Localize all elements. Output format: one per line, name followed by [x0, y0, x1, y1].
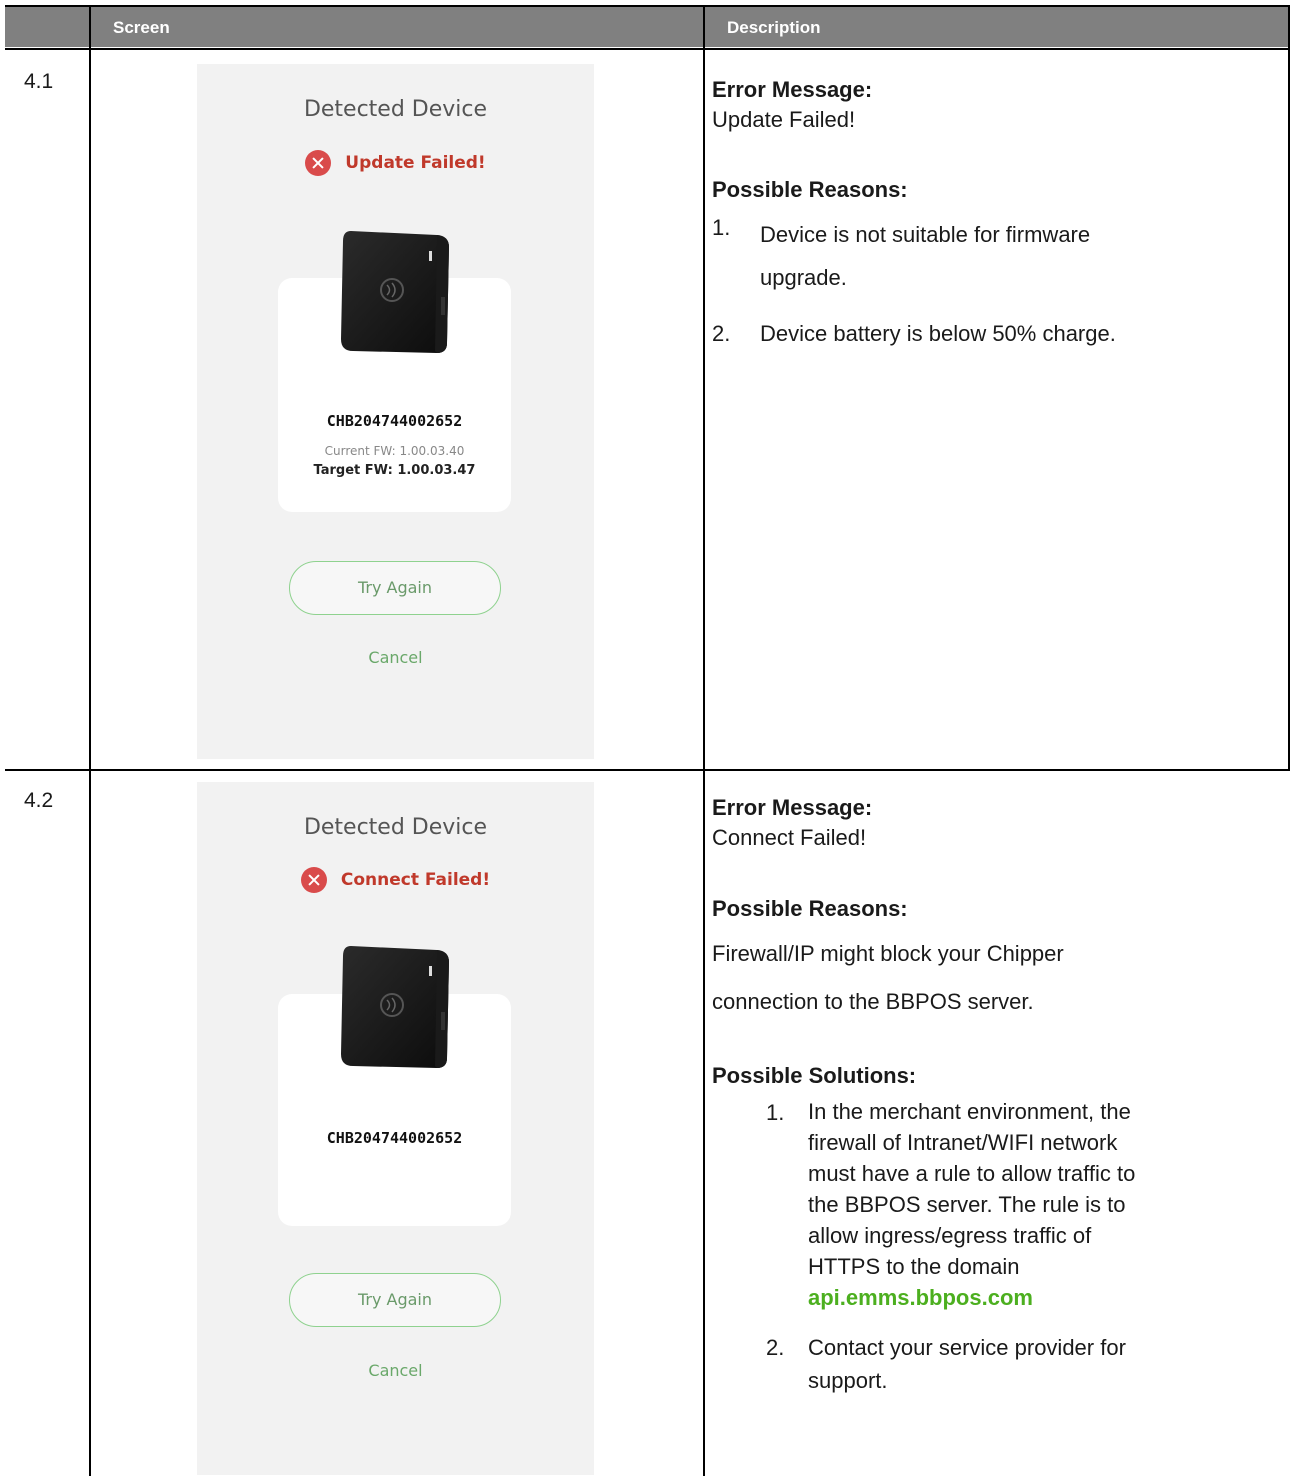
list-text: Device is not suitable for firmware upgr… [760, 211, 1270, 297]
error-heading: Error Message: [712, 795, 873, 820]
list-line: the BBPOS server. The rule is to [808, 1192, 1126, 1217]
screen-title: Detected Device [303, 815, 488, 840]
cancel-link[interactable]: Cancel [197, 648, 594, 667]
screen-connect-failed: Detected Device Connect Failed! CHB20474… [197, 782, 594, 1475]
solutions-heading: Possible Solutions: [712, 1063, 917, 1088]
device-serial: CHB204744002652 [326, 412, 463, 430]
list-line: allow ingress/egress traffic of [808, 1223, 1092, 1248]
header-description: Description [727, 18, 821, 37]
reason-line: connection to the BBPOS server. [712, 989, 1034, 1014]
list-number: 1. [766, 1100, 785, 1125]
row-number: 4.1 [24, 70, 54, 93]
card-reader-device-image [341, 231, 449, 353]
list-line: Contact your service provider for [808, 1335, 1126, 1360]
error-heading: Error Message: [712, 77, 873, 102]
row-divider [5, 769, 1290, 771]
error-icon [300, 867, 327, 893]
try-again-button[interactable]: Try Again [289, 561, 501, 615]
error-icon [305, 150, 332, 176]
error-text: Update Failed! [712, 107, 856, 132]
description-4-1: Error Message: Update Failed! Possible R… [712, 73, 1272, 753]
screen-update-failed: Detected Device Update Failed! CHB204744… [197, 64, 594, 759]
target-fw: Target FW: 1.00.03.47 [313, 463, 476, 478]
list-line: support. [808, 1368, 888, 1393]
reasons-heading: Possible Reasons: [712, 177, 908, 202]
list-line: upgrade. [760, 265, 847, 290]
status-row: Update Failed! [197, 150, 594, 176]
screen-title: Detected Device [303, 97, 488, 122]
reason-line: Firewall/IP might block your Chipper [712, 941, 1064, 966]
list-number: 2. [712, 321, 731, 346]
description-4-2: Error Message: Connect Failed! Possible … [712, 791, 1272, 1461]
table-header: Screen Description [5, 7, 1289, 47]
list-number: 2. [766, 1335, 785, 1360]
status-text: Connect Failed! [340, 870, 491, 890]
list-number: 1. [712, 215, 731, 240]
col-divider-2 [703, 5, 705, 1476]
status-text: Update Failed! [345, 153, 486, 173]
try-again-button[interactable]: Try Again [289, 1273, 501, 1327]
cancel-link[interactable]: Cancel [197, 1361, 594, 1380]
col-divider-1 [89, 5, 91, 1476]
list-line: HTTPS to the domain [808, 1254, 1020, 1279]
card-reader-device-image [341, 946, 449, 1068]
header-bottom-line [5, 48, 1290, 50]
list-line: In the merchant environment, the [808, 1099, 1131, 1124]
list-text: In the merchant environment, the firewal… [808, 1096, 1268, 1313]
status-row: Connect Failed! [197, 867, 594, 893]
table-border-top [5, 5, 1290, 7]
list-line: Device is not suitable for firmware [760, 222, 1091, 247]
error-text: Connect Failed! [712, 825, 867, 850]
row-number: 4.2 [24, 789, 54, 812]
list-text: Contact your service provider for suppor… [808, 1331, 1268, 1397]
header-screen: Screen [113, 18, 170, 37]
reasons-heading: Possible Reasons: [712, 896, 908, 921]
list-line: must have a rule to allow traffic to [808, 1161, 1136, 1186]
list-text: Device battery is below 50% charge. [760, 321, 1116, 346]
current-fw: Current FW: 1.00.03.40 [324, 444, 465, 458]
list-line: firewall of Intranet/WIFI network [808, 1130, 1118, 1155]
device-serial: CHB204744002652 [326, 1129, 463, 1147]
domain-link[interactable]: api.emms.bbpos.com [808, 1282, 1268, 1313]
